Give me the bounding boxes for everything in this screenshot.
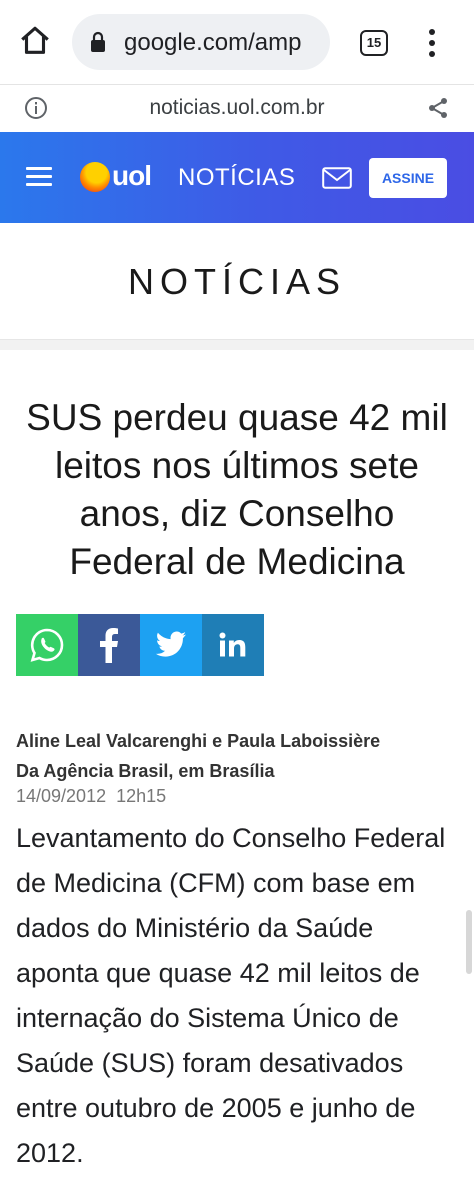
- lock-icon: [91, 31, 105, 52]
- url-text: google.com/amp: [124, 29, 302, 56]
- article-source: Da Agência Brasil, em Brasília: [16, 761, 275, 781]
- address-bar[interactable]: google.com/amp: [72, 14, 330, 70]
- share-facebook-button[interactable]: [78, 614, 140, 676]
- whatsapp-icon: [30, 628, 64, 662]
- byline: Aline Leal Valcarenghi e Paula Laboissiè…: [16, 726, 380, 786]
- divider: [0, 340, 474, 350]
- facebook-icon: [100, 628, 118, 663]
- amp-source-bar: noticias.uol.com.br: [0, 84, 474, 132]
- home-icon[interactable]: [18, 24, 52, 58]
- mail-icon[interactable]: [322, 167, 352, 189]
- logo-ball-icon: [80, 162, 110, 192]
- share-twitter-button[interactable]: [140, 614, 202, 676]
- article-headline: SUS perdeu quase 42 mil leitos nos últim…: [26, 397, 448, 582]
- tab-switcher-button[interactable]: 15: [360, 30, 388, 56]
- source-domain[interactable]: noticias.uol.com.br: [0, 96, 474, 120]
- article-dateline: 14/09/2012 12h15: [16, 786, 166, 807]
- site-header: uol NOTÍCIAS ASSINE: [0, 132, 474, 223]
- article-date: 14/09/2012: [16, 786, 107, 806]
- article-time: 12h15: [116, 786, 167, 806]
- article-body: Levantamento do Conselho Federal de Medi…: [16, 823, 446, 1168]
- more-options-icon[interactable]: [422, 28, 442, 58]
- share-buttons: [16, 614, 266, 676]
- browser-toolbar: google.com/amp 15: [0, 0, 474, 84]
- share-icon[interactable]: [426, 96, 450, 120]
- share-linkedin-button[interactable]: [202, 614, 264, 676]
- section-title-bar: NOTÍCIAS: [0, 223, 474, 340]
- menu-icon[interactable]: [26, 167, 52, 187]
- share-whatsapp-button[interactable]: [16, 614, 78, 676]
- twitter-icon: [155, 631, 186, 657]
- linkedin-icon: [219, 632, 246, 657]
- uol-logo[interactable]: uol NOTÍCIAS: [80, 160, 300, 196]
- section-title[interactable]: NOTÍCIAS: [0, 261, 474, 303]
- logo-text: uol: [112, 160, 152, 191]
- header-section-name: NOTÍCIAS: [178, 164, 296, 191]
- article-authors: Aline Leal Valcarenghi e Paula Laboissiè…: [16, 731, 381, 751]
- subscribe-button[interactable]: ASSINE: [369, 158, 447, 198]
- scrollbar[interactable]: [466, 910, 472, 974]
